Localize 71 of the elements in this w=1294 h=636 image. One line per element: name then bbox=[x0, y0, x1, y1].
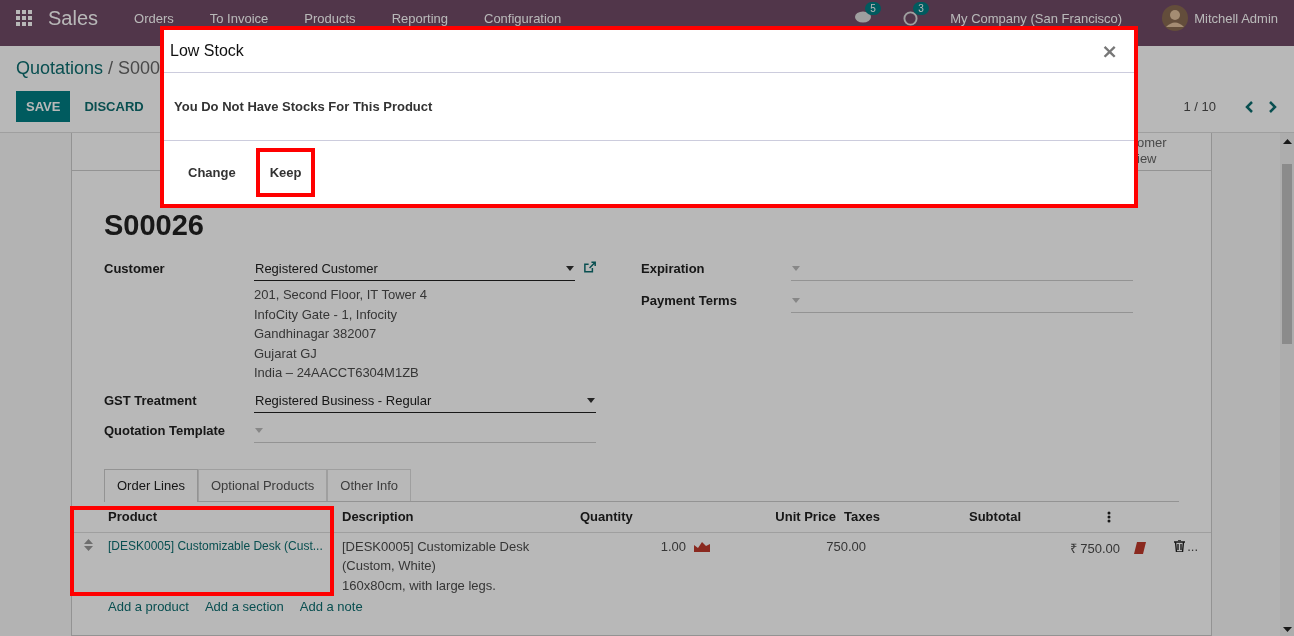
add-link[interactable]: Add a section bbox=[204, 598, 284, 614]
select-field[interactable]: Registered Business - Regular bbox=[254, 392, 596, 413]
dialog-message: You Do Not Have Stocks For This Product bbox=[164, 73, 1134, 141]
menu-item[interactable]: Orders bbox=[134, 10, 174, 26]
address-line: 201, Second Floor, IT Tower 4 bbox=[254, 286, 428, 304]
tab[interactable]: Order Lines bbox=[104, 468, 198, 502]
notification-badge: 5 bbox=[865, 2, 881, 15]
breadcrumb-link[interactable]: Quotations bbox=[16, 58, 104, 79]
clock-icon[interactable] bbox=[903, 10, 919, 26]
address-line: InfoCity Gate - 1, Infocity bbox=[254, 305, 399, 324]
scroll-up-icon[interactable] bbox=[1282, 139, 1292, 144]
add-link[interactable]: Add a note bbox=[299, 598, 363, 614]
field-label: Expiration bbox=[641, 261, 706, 278]
notification-badge: 3 bbox=[913, 1, 929, 15]
dialog-button[interactable]: Change bbox=[174, 148, 250, 197]
column-header[interactable]: Quantity bbox=[552, 509, 708, 524]
company-switcher[interactable]: My Company (San Francisco) bbox=[950, 10, 1123, 26]
description-line: 160x80cm, with large legs. bbox=[342, 576, 497, 595]
column-header[interactable]: Subtotal bbox=[886, 509, 1063, 524]
scrollbar-thumb[interactable] bbox=[1282, 164, 1292, 344]
caret-icon[interactable] bbox=[587, 397, 595, 403]
avatar-icon[interactable] bbox=[1162, 5, 1189, 31]
breadcrumb-separator: / bbox=[108, 58, 114, 79]
scroll-down-icon[interactable] bbox=[1282, 627, 1292, 632]
field-label: Customer bbox=[104, 261, 166, 278]
drag-handle-icon[interactable] bbox=[84, 538, 93, 551]
next-icon[interactable] bbox=[1268, 99, 1278, 114]
menu-item[interactable]: Products bbox=[304, 10, 356, 26]
field-label: Payment Terms bbox=[641, 293, 738, 310]
description-line: [DESK0005] Customizable Desk bbox=[342, 537, 531, 556]
caret-icon[interactable] bbox=[565, 266, 574, 271]
scrollbar[interactable] bbox=[1280, 133, 1294, 636]
save-button[interactable]: SAVE bbox=[16, 91, 71, 122]
address-line: Gandhinagar 382007 bbox=[254, 325, 378, 343]
apps-grid-icon[interactable] bbox=[16, 10, 32, 26]
unit-price-cell-text: 750.00 bbox=[825, 538, 866, 554]
subtotal-cell-text: ₹ 750.00 bbox=[1069, 539, 1120, 557]
external-link-icon[interactable] bbox=[582, 261, 596, 274]
product-cell[interactable]: [DESK0005] Customizable Desk (Cust... bbox=[108, 538, 342, 553]
description-line: (Custom, White) bbox=[342, 557, 437, 575]
address-line: Gujarat GJ bbox=[254, 344, 318, 363]
field-label: GST Treatment bbox=[104, 392, 198, 410]
select-field[interactable]: Registered Customer bbox=[254, 261, 575, 281]
dialog-button[interactable]: Keep bbox=[255, 148, 316, 197]
record-title: S00026 bbox=[104, 209, 205, 241]
address-line: India – 24AACCT6304M1ZB bbox=[254, 364, 420, 382]
column-header[interactable]: Taxes bbox=[836, 509, 886, 524]
pager-value: 1 / 10 bbox=[1183, 99, 1216, 114]
breadcrumb-current: S000 bbox=[118, 58, 161, 79]
column-header[interactable]: Description bbox=[342, 509, 552, 524]
user-menu[interactable]: Mitchell Admin bbox=[1194, 10, 1278, 26]
field-label: Quotation Template bbox=[104, 422, 227, 440]
discard-button[interactable]: DISCARD bbox=[84, 91, 144, 122]
add-link[interactable]: Add a product bbox=[108, 598, 189, 614]
quantity-cell: 1.00 bbox=[660, 538, 686, 554]
column-header[interactable]: Product bbox=[108, 509, 342, 524]
trash-icon[interactable] bbox=[1174, 540, 1186, 552]
chat-icon[interactable] bbox=[855, 11, 872, 25]
tab[interactable]: Other Info bbox=[327, 468, 412, 501]
app-name: Sales bbox=[48, 6, 99, 30]
menu-item[interactable]: Reporting bbox=[391, 10, 448, 26]
previous-icon[interactable] bbox=[1244, 99, 1254, 114]
more-options-icon[interactable] bbox=[1107, 510, 1111, 523]
close-button[interactable]: × bbox=[1095, 39, 1124, 63]
menu-item[interactable]: To Invoice bbox=[209, 10, 269, 26]
dialog-title: Low Stock bbox=[170, 42, 245, 60]
truncation-mark: ... bbox=[1187, 538, 1198, 554]
area-chart-icon[interactable] bbox=[694, 540, 710, 552]
column-header[interactable]: Unit Price bbox=[708, 509, 836, 524]
menu-item[interactable]: Configuration bbox=[484, 10, 562, 26]
tab[interactable]: Optional Products bbox=[197, 468, 328, 501]
